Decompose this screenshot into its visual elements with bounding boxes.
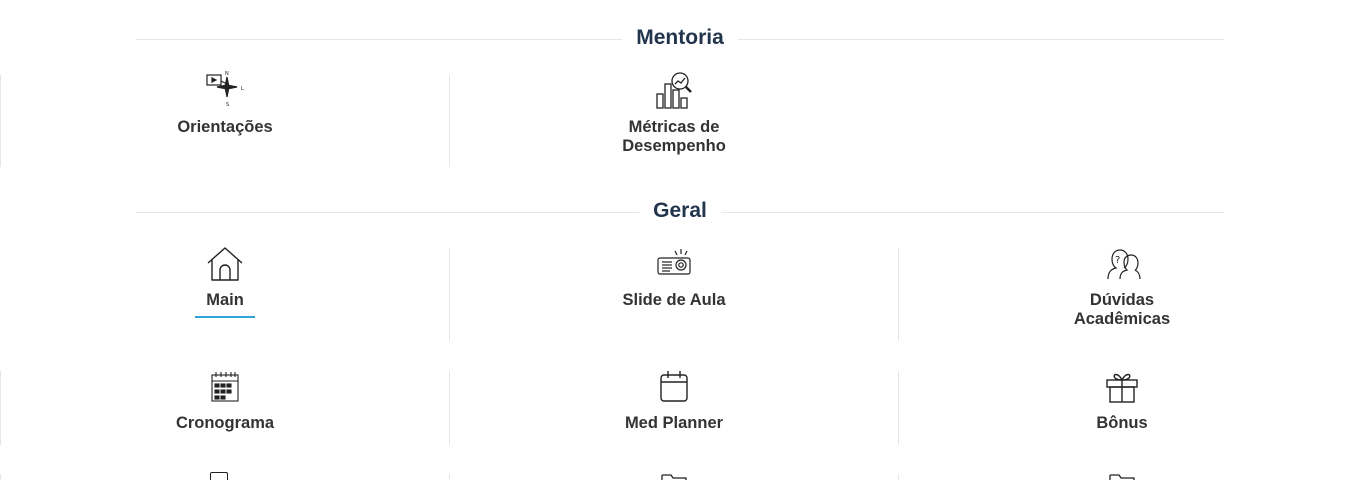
compass-icon: N S L	[205, 70, 245, 110]
partial-item-icon[interactable]	[660, 473, 688, 480]
menu-item-cronograma[interactable]: Cronograma	[105, 366, 345, 433]
partial-item-icon[interactable]	[1108, 473, 1136, 480]
column-divider	[898, 248, 899, 341]
column-divider	[0, 474, 1, 480]
menu-item-med-planner[interactable]: Med Planner	[554, 366, 794, 433]
column-divider	[898, 371, 899, 445]
column-divider	[449, 248, 450, 341]
column-divider	[449, 474, 450, 480]
menu-item-label: Dúvidas Acadêmicas	[1073, 291, 1171, 328]
menu-item-duvidas-academicas[interactable]: ? Dúvidas Acadêmicas	[1002, 243, 1242, 329]
active-underline	[195, 316, 255, 318]
gift-icon	[1102, 366, 1142, 406]
column-divider	[898, 474, 899, 480]
question-people-icon: ?	[1102, 243, 1142, 283]
home-icon	[205, 243, 245, 283]
section-header-mentoria: Mentoria	[136, 24, 1224, 54]
menu-item-label: Bônus	[1096, 414, 1148, 432]
projector-icon	[654, 243, 694, 283]
column-divider	[0, 371, 1, 445]
calendar-icon	[654, 366, 694, 406]
column-divider	[449, 75, 450, 167]
menu-item-orientacoes[interactable]: N S L Orientações	[105, 70, 345, 137]
menu-item-label: Slide de Aula	[622, 291, 726, 309]
metrics-chart-icon	[654, 70, 694, 110]
section-header-geral: Geral	[136, 197, 1224, 227]
partial-item-icon[interactable]	[210, 472, 228, 480]
menu-item-label: Main	[206, 291, 244, 309]
menu-item-label: Orientações	[177, 118, 273, 136]
menu-item-main[interactable]: Main	[105, 243, 345, 318]
svg-text:L: L	[241, 86, 244, 92]
menu-item-bonus[interactable]: Bônus	[1002, 366, 1242, 433]
calendar-grid-icon	[205, 366, 245, 406]
menu-item-label: Cronograma	[175, 414, 275, 432]
section-title: Geral	[639, 199, 721, 223]
svg-text:S: S	[226, 102, 229, 108]
menu-item-slide-de-aula[interactable]: Slide de Aula	[554, 243, 794, 310]
menu-item-label: Métricas de Desempenho	[622, 118, 726, 155]
column-divider	[449, 371, 450, 445]
svg-text:N: N	[225, 71, 229, 77]
menu-item-metricas-desempenho[interactable]: Métricas de Desempenho	[554, 70, 794, 156]
svg-text:?: ?	[1115, 255, 1120, 266]
menu-item-label: Med Planner	[624, 414, 724, 432]
section-title: Mentoria	[622, 26, 738, 50]
column-divider	[0, 75, 1, 167]
